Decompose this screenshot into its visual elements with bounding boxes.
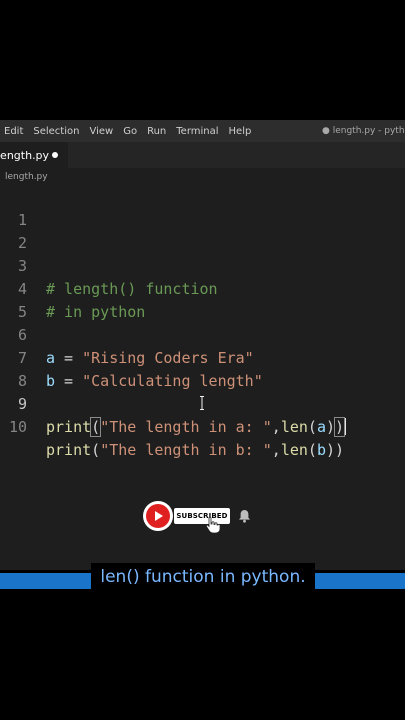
menu-run[interactable]: Run [142,126,171,137]
text-cursor-caret [344,418,347,435]
code-string: "The length in b: " [100,441,272,459]
code-bracket: ) [333,417,346,437]
caption-text: len() function in python. [100,567,306,587]
tab-length-py[interactable]: length.py [0,142,68,168]
code-bracket: ( [91,441,101,459]
code-line: 4 # in python [0,255,405,321]
menu-bar: Edit Selection View Go Run Terminal Help… [0,120,405,142]
code-bracket: ) [325,418,335,436]
code-statement: print("The length in b: ",len(b)) [46,439,344,462]
youtube-play-icon [146,504,170,528]
code-function: print [46,441,92,459]
tab-bar: length.py [0,142,405,168]
code-comma: , [271,418,281,436]
menu-selection[interactable]: Selection [28,126,84,137]
code-function: len [280,441,308,459]
code-function: len [280,418,308,436]
tab-label: length.py [0,148,50,162]
text-cursor-icon [200,396,204,410]
code-line: 5 [0,278,405,321]
code-bracket: ) [335,441,345,459]
code-bracket: ( [307,441,317,459]
code-variable: a [316,418,326,436]
code-line: 8 [0,347,405,390]
code-line: 7 b = "Calculating length" [0,324,405,390]
code-area[interactable]: 1 2 3 # length() function 4 # in python … [0,186,405,459]
menu-terminal[interactable]: Terminal [171,126,223,137]
code-variable: b [316,441,326,459]
youtube-icon[interactable] [143,501,173,531]
menu-view[interactable]: View [84,126,118,137]
menu-help[interactable]: Help [224,126,257,137]
code-comma: , [271,441,281,459]
caption-box: len() function in python. [91,563,315,591]
code-bracket: ) [325,441,335,459]
code-line: 9 print("The length in a: ",len(a)) [0,370,405,437]
code-bracket: ( [90,417,102,437]
code-line: 2 [0,209,405,252]
menu-items: Edit Selection View Go Run Terminal Help [0,126,256,137]
code-bracket: ( [307,418,317,436]
subscribe-overlay: SUBSCRIBED [143,500,263,534]
hand-pointer-icon [205,516,221,534]
bell-icon[interactable] [238,509,251,523]
code-line: 1 [0,186,405,229]
code-string: "The length in a: " [100,418,272,436]
menu-go[interactable]: Go [118,126,142,137]
window-title: ● length.py - python [322,126,405,136]
code-line: 3 # length() function [0,232,405,298]
menu-edit[interactable]: Edit [0,126,28,137]
modified-dot-icon[interactable] [52,152,58,158]
line-number: 10 [8,418,27,436]
code-statement: print("The length in a: ",len(a)) [46,416,347,439]
code-line: 6 a = "Rising Coders Era" [0,301,405,367]
breadcrumb[interactable]: length.py [5,172,48,182]
